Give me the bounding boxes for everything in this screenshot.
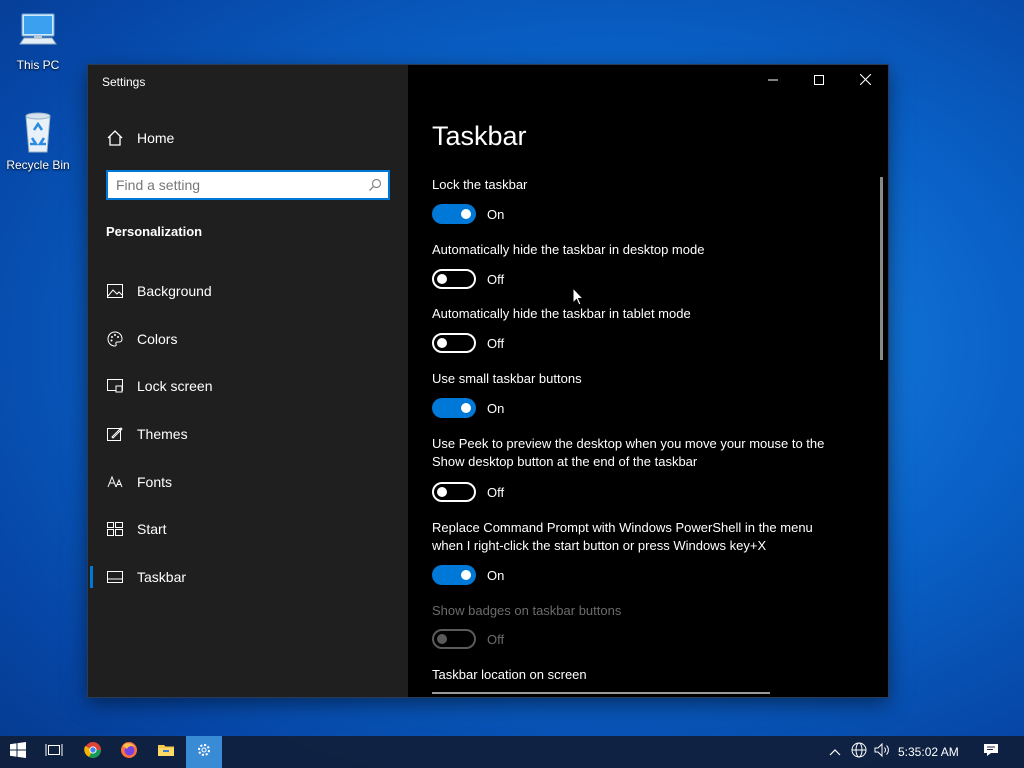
palette-icon [106, 330, 124, 348]
mouse-cursor-icon [572, 286, 585, 311]
sidebar-item-label: Fonts [137, 473, 173, 490]
chrome-button[interactable] [75, 736, 111, 768]
setting-label-line: Use Peek to preview the desktop when you… [432, 436, 825, 451]
home-link[interactable]: Home [106, 129, 174, 147]
desktop-icon-label: Recycle Bin [6, 158, 70, 172]
toggle-knob [437, 338, 447, 348]
setting-label: Use Peek to preview the desktop when you… [432, 435, 862, 471]
window-title: Settings [102, 75, 146, 89]
sidebar: Settings Home Personalization Background [88, 65, 408, 697]
sidebar-item-label: Colors [137, 330, 178, 347]
sidebar-item-colors[interactable]: Colors [88, 315, 408, 363]
start-grid-icon [106, 520, 124, 538]
settings-icon [196, 742, 212, 763]
home-icon [106, 129, 124, 147]
start-button[interactable] [0, 736, 36, 768]
network-button[interactable] [850, 736, 868, 768]
lock-taskbar-toggle[interactable] [432, 204, 476, 224]
small-buttons-toggle[interactable] [432, 398, 476, 418]
search-box[interactable] [106, 170, 390, 200]
toggle-knob [461, 403, 471, 413]
sidebar-item-label: Background [137, 282, 212, 299]
desktop-icon-label: This PC [16, 58, 60, 72]
toggle-state: Off [487, 485, 505, 500]
badges-toggle [432, 629, 476, 649]
toggle-knob [437, 634, 447, 644]
setting-label: Replace Command Prompt with Windows Powe… [432, 519, 862, 555]
autohide-desktop-toggle[interactable] [432, 269, 476, 289]
sidebar-item-label: Start [137, 521, 167, 538]
sidebar-item-label: Themes [137, 425, 188, 442]
search-input[interactable] [116, 176, 356, 194]
firefox-button[interactable] [111, 736, 147, 768]
settings-content: Taskbar Lock the taskbar On Automaticall… [408, 65, 888, 697]
sidebar-nav: Background Colors Lock screen Themes Fon… [88, 267, 408, 601]
scrollbar-thumb[interactable] [880, 177, 883, 360]
brush-icon [106, 425, 124, 443]
start-icon [10, 741, 26, 763]
toggle-state: On [487, 207, 505, 222]
search-icon[interactable] [368, 178, 382, 192]
volume-icon [874, 742, 890, 762]
sidebar-item-themes[interactable]: Themes [88, 410, 408, 458]
toggle-state: Off [487, 272, 505, 287]
autohide-tablet-toggle[interactable] [432, 333, 476, 353]
settings-window: Settings Home Personalization Background [88, 65, 888, 697]
desktop-icon-this-pc[interactable]: This PC [0, 8, 76, 72]
taskbar: 5:35:02 AM [0, 736, 1024, 768]
chrome-icon [84, 741, 102, 764]
task-view-button[interactable] [36, 736, 72, 768]
system-clock[interactable]: 5:35:02 AM [898, 736, 959, 768]
toggle-knob [461, 209, 471, 219]
taskbar-location-dropdown[interactable] [432, 692, 770, 694]
task-view-icon [45, 742, 63, 763]
home-label: Home [137, 130, 175, 146]
toggle-knob [437, 274, 447, 284]
powershell-toggle[interactable] [432, 565, 476, 585]
toggle-state: Off [487, 632, 505, 647]
file-explorer-button[interactable] [148, 736, 184, 768]
page-title: Taskbar [432, 121, 527, 151]
show-hidden-icons-button[interactable] [826, 736, 844, 768]
toggle-state: On [487, 401, 505, 416]
taskbar-location-label: Taskbar location on screen [432, 667, 587, 682]
desktop-icon-recycle-bin[interactable]: Recycle Bin [0, 108, 76, 172]
toggle-state: On [487, 568, 505, 583]
font-icon [106, 473, 124, 491]
lock-screen-icon [106, 377, 124, 395]
sidebar-item-taskbar[interactable]: Taskbar [88, 553, 408, 601]
sidebar-item-fonts[interactable]: Fonts [88, 458, 408, 506]
setting-label: Automatically hide the taskbar in deskto… [432, 242, 705, 257]
setting-label-line: Show desktop button at the end of the ta… [432, 454, 698, 469]
setting-label: Lock the taskbar [432, 177, 528, 192]
firefox-icon [120, 741, 138, 764]
recycle-bin-icon [14, 108, 62, 156]
sidebar-item-label: Lock screen [137, 378, 213, 395]
chevron-up-icon [829, 743, 841, 761]
setting-label: Show badges on taskbar buttons [432, 603, 622, 618]
active-indicator [90, 566, 93, 589]
sidebar-item-background[interactable]: Background [88, 267, 408, 315]
toggle-state: Off [487, 336, 505, 351]
sidebar-item-lock-screen[interactable]: Lock screen [88, 362, 408, 410]
peek-toggle[interactable] [432, 482, 476, 502]
toggle-knob [437, 487, 447, 497]
toggle-knob [461, 570, 471, 580]
setting-label: Automatically hide the taskbar in tablet… [432, 306, 691, 321]
volume-button[interactable] [873, 736, 891, 768]
action-center-button[interactable] [982, 736, 1000, 768]
network-icon [851, 742, 867, 763]
sidebar-item-start[interactable]: Start [88, 505, 408, 553]
section-heading: Personalization [106, 224, 203, 239]
taskbar-icon [106, 568, 124, 586]
setting-label-line: Replace Command Prompt with Windows Powe… [432, 520, 813, 535]
setting-label: Use small taskbar buttons [432, 371, 582, 386]
file-explorer-icon [157, 742, 175, 763]
sidebar-item-label: Taskbar [137, 568, 187, 585]
computer-icon [14, 8, 62, 56]
settings-taskbar-button[interactable] [186, 736, 222, 768]
notification-icon [983, 743, 999, 762]
picture-icon [106, 282, 124, 300]
setting-label-line: when I right-click the start button or p… [432, 538, 767, 553]
